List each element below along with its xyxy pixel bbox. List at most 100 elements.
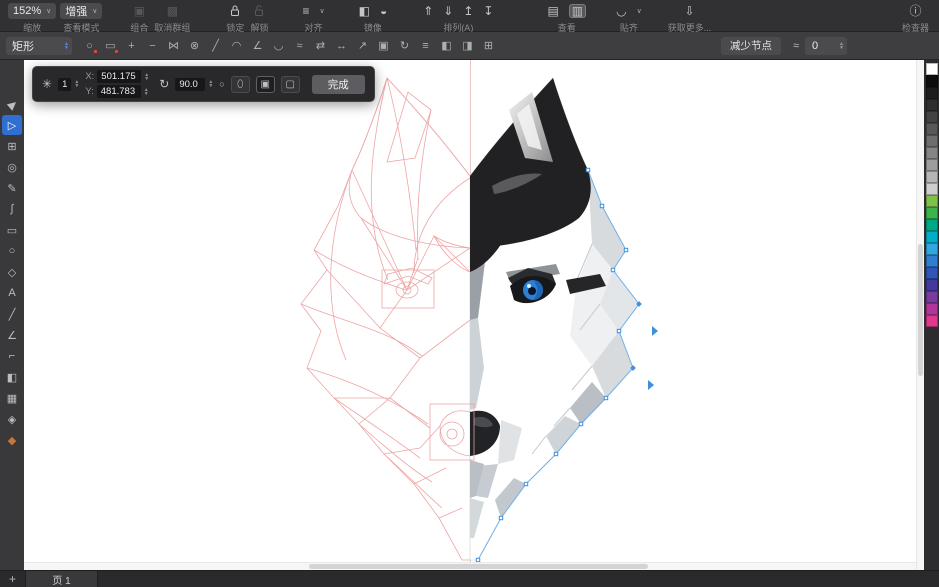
reflect-horizontal-icon[interactable]: ◧ bbox=[437, 37, 456, 55]
smooth-node-icon[interactable]: ◡ bbox=[269, 37, 288, 55]
scrollbar-thumb[interactable] bbox=[309, 564, 648, 569]
stepper-icon[interactable]: ▲▼ bbox=[144, 88, 149, 96]
cusp-node-icon[interactable]: ∠ bbox=[248, 37, 267, 55]
color-swatch[interactable] bbox=[926, 171, 938, 183]
pick-tool[interactable]: ▶ bbox=[0, 90, 26, 118]
color-swatch[interactable] bbox=[926, 243, 938, 255]
dimension-tool[interactable]: ∠ bbox=[2, 325, 22, 345]
to-back-icon[interactable]: ⇓ bbox=[443, 5, 453, 17]
connector-tool[interactable]: ⌐ bbox=[2, 346, 22, 366]
color-swatch[interactable] bbox=[926, 87, 938, 99]
rectangle-tool[interactable]: ▭ bbox=[2, 220, 22, 240]
ungroup-objects-icon[interactable]: ▩ bbox=[167, 5, 178, 17]
color-swatch[interactable] bbox=[926, 99, 938, 111]
vertical-scrollbar[interactable] bbox=[916, 60, 924, 570]
color-swatch[interactable] bbox=[926, 75, 938, 87]
add-node-icon[interactable]: + bbox=[122, 37, 141, 55]
chevron-down-icon[interactable]: ∨ bbox=[637, 7, 642, 15]
mirror-horizontal-icon[interactable]: ◧ bbox=[359, 5, 370, 17]
color-swatch[interactable] bbox=[926, 195, 938, 207]
weld-option-button[interactable]: ▢ bbox=[281, 76, 300, 93]
shape-type-combo[interactable]: 矩形 ▲▼ bbox=[6, 37, 72, 55]
zoom-tool[interactable]: ◎ bbox=[2, 157, 22, 177]
extend-curve-icon[interactable]: ↔ bbox=[332, 37, 351, 55]
rect-mode-icon[interactable]: ▭ bbox=[101, 37, 120, 55]
color-swatch[interactable] bbox=[926, 303, 938, 315]
back-one-icon[interactable]: ↧ bbox=[483, 5, 493, 17]
snap-magnet-icon[interactable]: ◡ bbox=[616, 5, 626, 17]
view-grid-icon[interactable]: ▥ bbox=[569, 4, 586, 18]
color-swatch[interactable] bbox=[926, 183, 938, 195]
chevron-down-icon[interactable]: ∨ bbox=[319, 7, 324, 15]
group-objects-icon[interactable]: ▣ bbox=[134, 5, 145, 17]
align-icon[interactable]: ≡ bbox=[302, 5, 309, 17]
color-swatch[interactable] bbox=[926, 159, 938, 171]
angle-field[interactable]: 90.0 bbox=[175, 78, 205, 91]
shape-tool[interactable]: ▷ bbox=[2, 115, 22, 135]
zoom-dropdown[interactable]: 152% ∨ bbox=[8, 3, 56, 19]
stepper-icon[interactable]: ▲▼ bbox=[208, 80, 213, 88]
stepper-icon[interactable]: ▲▼ bbox=[74, 80, 79, 88]
color-swatch[interactable] bbox=[926, 123, 938, 135]
interactive-fill-tool[interactable]: ◧ bbox=[2, 367, 22, 387]
select-all-nodes-icon[interactable]: ⊞ bbox=[479, 37, 498, 55]
text-tool[interactable]: A bbox=[2, 283, 22, 303]
fill-color-well[interactable]: ◆ bbox=[2, 430, 22, 450]
download-icon[interactable]: ⇩ bbox=[684, 5, 694, 17]
apply-to-duplicate-button[interactable]: ▣ bbox=[256, 76, 275, 93]
stretch-nodes-icon[interactable]: ▣ bbox=[374, 37, 393, 55]
lock-icon[interactable] bbox=[229, 4, 241, 19]
reduce-nodes-button[interactable]: 减少节点 bbox=[721, 37, 781, 55]
break-curve-icon[interactable]: ⊗ bbox=[185, 37, 204, 55]
color-swatch[interactable] bbox=[926, 291, 938, 303]
scrollbar-thumb[interactable] bbox=[918, 244, 923, 377]
forward-one-icon[interactable]: ↥ bbox=[463, 5, 473, 17]
to-front-icon[interactable]: ⇑ bbox=[423, 5, 433, 17]
color-swatch[interactable] bbox=[926, 63, 938, 75]
color-swatch[interactable] bbox=[926, 207, 938, 219]
smoothness-spinner[interactable]: 0 ▲▼ bbox=[805, 37, 847, 55]
color-swatch[interactable] bbox=[926, 279, 938, 291]
polygon-tool[interactable]: ◇ bbox=[2, 262, 22, 282]
horizontal-scrollbar[interactable] bbox=[24, 562, 916, 570]
color-swatch[interactable] bbox=[926, 219, 938, 231]
ellipse-tool[interactable]: ○ bbox=[2, 241, 22, 261]
extract-subpath-icon[interactable]: ↗ bbox=[353, 37, 372, 55]
view-rulers-icon[interactable]: ▤ bbox=[547, 5, 558, 17]
color-swatch[interactable] bbox=[926, 231, 938, 243]
anchor-point-icon[interactable]: ○ bbox=[219, 79, 224, 89]
mirror-vertical-icon[interactable]: ◒ bbox=[380, 5, 387, 17]
symmetrical-node-icon[interactable]: ≈ bbox=[290, 37, 309, 55]
color-swatch[interactable] bbox=[926, 255, 938, 267]
view-mode-dropdown[interactable]: 增强 ∨ bbox=[60, 3, 102, 19]
color-swatch[interactable] bbox=[926, 267, 938, 279]
husky-artwork[interactable] bbox=[270, 68, 670, 567]
crop-tool[interactable]: ⊞ bbox=[2, 136, 22, 156]
copies-field[interactable]: 1 bbox=[58, 78, 71, 91]
reflect-vertical-icon[interactable]: ◨ bbox=[458, 37, 477, 55]
drawing-canvas[interactable]: ✳ 1 ▲▼ X: 501.175 ▲▼ bbox=[24, 60, 916, 570]
stepper-icon[interactable]: ▲▼ bbox=[144, 73, 149, 81]
outline-pen-tool[interactable]: ◈ bbox=[2, 409, 22, 429]
unlock-icon[interactable] bbox=[253, 4, 265, 19]
reverse-direction-icon[interactable]: ⇄ bbox=[311, 37, 330, 55]
mesh-fill-tool[interactable]: ▦ bbox=[2, 388, 22, 408]
delete-node-icon[interactable]: − bbox=[143, 37, 162, 55]
convert-to-line-icon[interactable]: ╱ bbox=[206, 37, 225, 55]
line-tool[interactable]: ╱ bbox=[2, 304, 22, 324]
x-field[interactable]: 501.175 bbox=[97, 70, 141, 83]
rotate-nodes-icon[interactable]: ↻ bbox=[395, 37, 414, 55]
y-field[interactable]: 481.783 bbox=[97, 85, 141, 98]
color-swatch[interactable] bbox=[926, 135, 938, 147]
color-swatch[interactable] bbox=[926, 111, 938, 123]
done-button[interactable]: 完成 bbox=[312, 75, 365, 94]
join-nodes-icon[interactable]: ⋈ bbox=[164, 37, 183, 55]
align-nodes-icon[interactable]: ≡ bbox=[416, 37, 435, 55]
freehand-tool[interactable]: ✎ bbox=[2, 178, 22, 198]
add-page-button[interactable]: + bbox=[0, 571, 26, 587]
curve-tool[interactable]: ∫ bbox=[2, 199, 22, 219]
convert-to-curve-icon[interactable]: ◠ bbox=[227, 37, 246, 55]
page-tab[interactable]: 页 1 bbox=[26, 571, 98, 587]
ellipse-mode-icon[interactable]: ○ bbox=[80, 37, 99, 55]
inspector-info-icon[interactable]: ⓘ bbox=[909, 5, 921, 17]
